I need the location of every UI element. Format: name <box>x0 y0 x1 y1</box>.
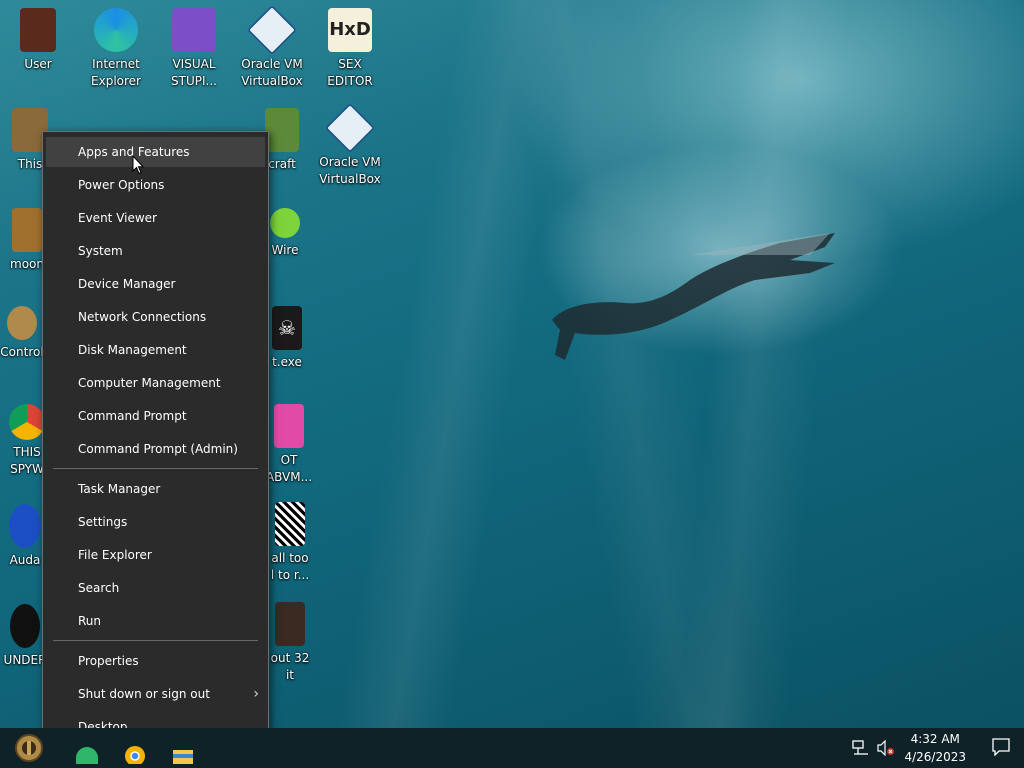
desktop-icon-label: out 32 it <box>270 651 310 682</box>
desktop-icon-label: Oracle VM VirtualBox <box>241 57 303 88</box>
menu-separator <box>53 468 258 469</box>
menu-item-label: Computer Management <box>78 376 221 390</box>
chrome-icon <box>125 746 145 766</box>
menu-item-label: Network Connections <box>78 310 207 324</box>
moon-icon <box>12 208 42 252</box>
menu-item-settings[interactable]: Settings <box>46 507 265 537</box>
menu-item-apps-and-features[interactable]: Apps and Features <box>46 137 265 167</box>
menu-item-label: Power Options <box>78 178 165 192</box>
menu-item-label: Properties <box>78 654 139 668</box>
taskbar-app-android[interactable] <box>70 732 104 764</box>
menu-item-label: File Explorer <box>78 548 152 562</box>
android-app-icon <box>76 747 98 764</box>
chrome-icon <box>9 404 45 440</box>
menu-item-command-prompt[interactable]: Command Prompt <box>46 401 265 431</box>
start-button[interactable] <box>12 732 46 764</box>
desktop-icon-control-panel[interactable]: Control <box>0 306 44 361</box>
menu-item-shut-down-or-sign-out[interactable]: Shut down or sign out › <box>46 679 265 709</box>
system-clock[interactable]: 4:32 AM 4/26/2023 <box>904 730 966 766</box>
undertale-icon <box>10 604 40 648</box>
photo-icon <box>275 602 305 646</box>
menu-item-label: Settings <box>78 515 128 529</box>
menu-item-run[interactable]: Run <box>46 606 265 636</box>
menu-item-file-explorer[interactable]: File Explorer <box>46 540 265 570</box>
clock-date: 4/26/2023 <box>904 750 966 764</box>
taskbar-app-file-explorer[interactable] <box>166 732 200 764</box>
menu-item-label: Search <box>78 581 120 595</box>
clock-time: 4:32 AM <box>910 732 960 746</box>
desktop-icon-label: VISUAL STUPI... <box>171 57 217 88</box>
volume-muted-icon[interactable] <box>877 740 895 756</box>
desktop-icon-label: Oracle VM VirtualBox <box>319 155 381 186</box>
virtualbox-icon <box>325 103 375 153</box>
menu-item-command-prompt-admin[interactable]: Command Prompt (Admin) <box>46 434 265 464</box>
desktop-icon-skull-exe[interactable]: ☠ t.exe <box>262 306 312 371</box>
mouse-cursor-icon <box>132 155 144 175</box>
desktop-icon-virtualbox[interactable]: Oracle VM VirtualBox <box>234 5 310 90</box>
desktop-icon-label: User <box>24 57 52 71</box>
winx-context-menu: Apps and Features Power Options Event Vi… <box>42 131 269 747</box>
menu-item-label: Command Prompt (Admin) <box>78 442 238 456</box>
wallpaper-diver <box>552 233 835 360</box>
menu-item-device-manager[interactable]: Device Manager <box>46 269 265 299</box>
desktop-icon-user[interactable]: User <box>0 8 76 73</box>
virtualbox-icon <box>247 5 297 55</box>
menu-item-label: Device Manager <box>78 277 176 291</box>
menu-item-properties[interactable]: Properties <box>46 646 265 676</box>
minecraft-icon <box>265 108 299 152</box>
desktop-icon-photo[interactable]: out 32 it <box>262 602 318 684</box>
menu-separator <box>53 640 258 641</box>
menu-item-task-manager[interactable]: Task Manager <box>46 474 265 504</box>
hxd-icon: HxD <box>328 8 372 52</box>
visual-studio-icon <box>172 8 216 52</box>
notification-icon[interactable] <box>992 738 1010 756</box>
limewire-icon <box>270 208 300 238</box>
desktop-icon-label: Control <box>0 345 44 359</box>
user-folder-icon <box>20 8 56 52</box>
desktop-icon-virtualbox-2[interactable]: Oracle VM VirtualBox <box>312 103 388 188</box>
menu-item-label: Disk Management <box>78 343 187 357</box>
menu-item-label: System <box>78 244 123 258</box>
audacity-icon <box>9 504 41 548</box>
menu-item-power-options[interactable]: Power Options <box>46 170 265 200</box>
menu-item-event-viewer[interactable]: Event Viewer <box>46 203 265 233</box>
image-icon <box>275 502 305 546</box>
app-icon <box>274 404 304 448</box>
menu-item-label: Command Prompt <box>78 409 187 423</box>
skull-icon: ☠ <box>272 306 302 350</box>
menu-item-computer-management[interactable]: Computer Management <box>46 368 265 398</box>
desktop-icon-label: all too l to r... <box>270 551 310 582</box>
menu-item-system[interactable]: System <box>46 236 265 266</box>
desktop-icon-label: OT ABVM... <box>265 453 313 484</box>
menu-item-disk-management[interactable]: Disk Management <box>46 335 265 365</box>
desktop-icon-label: SEX EDITOR <box>327 57 373 88</box>
desktop-icon-internet-explorer[interactable]: Internet Explorer <box>78 8 154 90</box>
steampunk-start-icon <box>15 734 43 762</box>
control-panel-icon <box>7 306 37 340</box>
desktop-icon-label: t.exe <box>272 355 302 369</box>
menu-item-network-connections[interactable]: Network Connections <box>46 302 265 332</box>
folder-icon <box>173 750 193 764</box>
desktop-icon-label: Internet Explorer <box>91 57 141 88</box>
network-icon[interactable] <box>852 740 870 756</box>
chevron-right-icon: › <box>253 686 259 702</box>
menu-item-label: Shut down or sign out <box>78 687 210 701</box>
desktop-icon-hex-editor[interactable]: HxD SEX EDITOR <box>312 8 388 90</box>
desktop-icon-visual-studio[interactable]: VISUAL STUPI... <box>156 8 232 90</box>
taskbar-app-chrome[interactable] <box>118 732 152 766</box>
menu-item-label: Event Viewer <box>78 211 157 225</box>
desktop-icon-image[interactable]: all too l to r... <box>262 502 318 584</box>
menu-item-label: Run <box>78 614 102 628</box>
edge-icon <box>94 8 138 52</box>
desktop-icon-abvm[interactable]: OT ABVM... <box>262 404 316 486</box>
menu-item-label: Task Manager <box>78 482 161 496</box>
taskbar: 4:32 AM 4/26/2023 <box>0 728 1024 768</box>
menu-item-search[interactable]: Search <box>46 573 265 603</box>
